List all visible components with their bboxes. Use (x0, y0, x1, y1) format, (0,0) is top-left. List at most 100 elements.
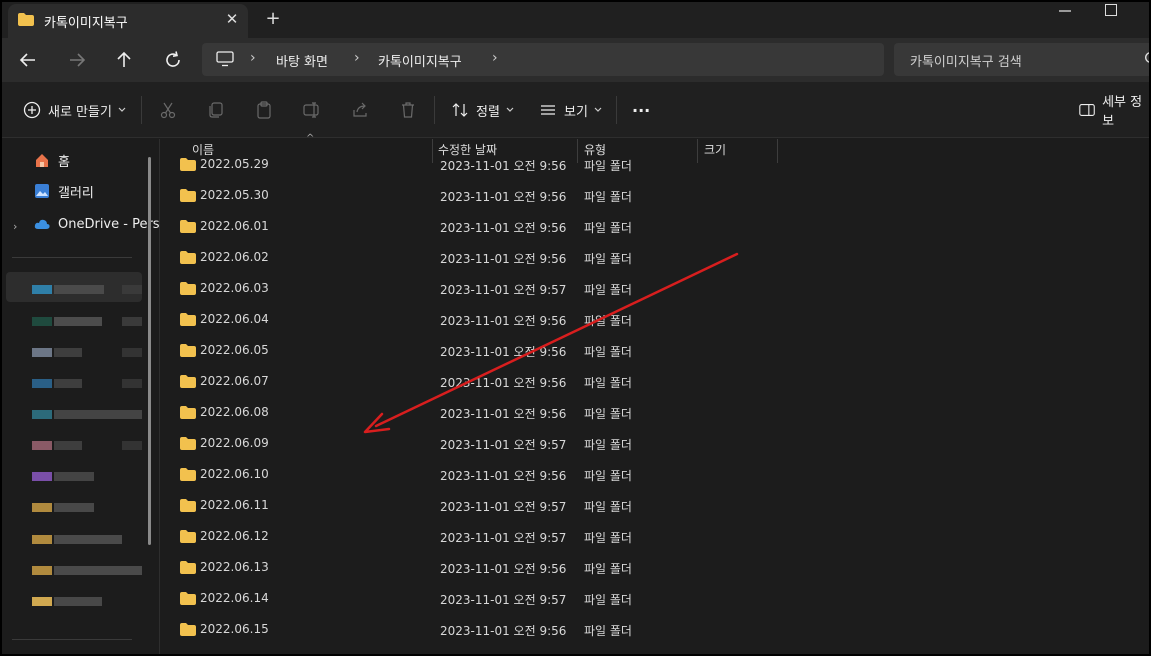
table-row[interactable]: 2022.06.02 2023-11-01 오전 9:56 파일 폴더 (162, 243, 1149, 274)
gallery-icon (35, 184, 49, 198)
file-type: 파일 폴더 (584, 438, 632, 452)
rename-icon[interactable] (302, 100, 322, 120)
file-type: 파일 폴더 (584, 252, 632, 266)
table-row[interactable]: 2022.06.14 2023-11-01 오전 9:57 파일 폴더 (162, 584, 1149, 615)
paste-icon[interactable] (254, 100, 274, 120)
view-button-label: 보기 (564, 104, 588, 120)
share-icon[interactable] (350, 100, 370, 120)
file-type: 파일 폴더 (584, 221, 632, 235)
table-row[interactable]: 2022.05.29 2023-11-01 오전 9:56 파일 폴더 (162, 150, 1149, 181)
refresh-icon[interactable] (161, 48, 185, 72)
file-modified-date: 2023-11-01 오전 9:56 (440, 190, 567, 204)
chevron-right-icon[interactable]: › (354, 50, 360, 66)
sidebar-item-redacted[interactable] (32, 593, 142, 611)
forward-arrow-icon[interactable] (65, 48, 89, 72)
address-bar[interactable]: › 바탕 화면 › 카톡이미지복구 › (202, 43, 884, 76)
tab-close-icon[interactable]: ✕ (222, 9, 242, 29)
search-icon[interactable] (1144, 51, 1151, 67)
file-name: 2022.06.11 (200, 498, 269, 512)
sort-button[interactable]: 정렬 (450, 99, 514, 121)
toolbar-divider (141, 96, 142, 124)
sidebar-item-redacted[interactable] (32, 468, 142, 486)
table-row[interactable]: 2022.06.12 2023-11-01 오전 9:57 파일 폴더 (162, 522, 1149, 553)
sidebar-item-label: 갤러리 (58, 185, 94, 201)
tab-current-folder[interactable]: 카톡이미지복구 ✕ (8, 4, 248, 38)
file-type: 파일 폴더 (584, 531, 632, 545)
file-name: 2022.06.08 (200, 405, 269, 419)
file-type: 파일 폴더 (584, 345, 632, 359)
navigation-bar: › 바탕 화면 › 카톡이미지복구 › 카톡이미지복구 검색 (2, 38, 1149, 82)
search-placeholder: 카톡이미지복구 검색 (910, 55, 1022, 70)
sidebar-item-home[interactable]: 홈 (34, 149, 70, 171)
table-row[interactable]: 2022.06.13 2023-11-01 오전 9:56 파일 폴더 (162, 553, 1149, 584)
breadcrumb-desktop[interactable]: 바탕 화면 (276, 51, 328, 70)
up-arrow-icon[interactable] (112, 48, 136, 72)
breadcrumb-current-folder[interactable]: 카톡이미지복구 (378, 51, 462, 70)
more-options-button[interactable]: ··· (632, 99, 650, 121)
command-bar: 새로 만들기 정렬 보기 ··· 세부 정보 (2, 82, 1149, 138)
table-row[interactable]: 2022.06.11 2023-11-01 오전 9:57 파일 폴더 (162, 491, 1149, 522)
search-box[interactable]: 카톡이미지복구 검색 (894, 43, 1151, 76)
file-modified-date: 2023-11-01 오전 9:56 (440, 345, 567, 359)
file-modified-date: 2023-11-01 오전 9:56 (440, 376, 567, 390)
sort-button-label: 정렬 (476, 104, 500, 120)
chevron-right-icon[interactable]: › (250, 50, 256, 66)
file-type: 파일 폴더 (584, 283, 632, 297)
folder-icon (180, 375, 196, 388)
delete-icon[interactable] (398, 100, 418, 120)
sidebar-item-redacted[interactable] (32, 281, 142, 299)
table-row[interactable]: 2022.05.30 2023-11-01 오전 9:56 파일 폴더 (162, 181, 1149, 212)
folder-icon (180, 220, 196, 233)
sidebar-item-redacted[interactable] (32, 531, 142, 549)
table-row[interactable]: 2022.06.08 2023-11-01 오전 9:56 파일 폴더 (162, 398, 1149, 429)
sidebar-item-label: 홈 (58, 154, 70, 170)
cut-icon[interactable] (158, 100, 178, 120)
file-modified-date: 2023-11-01 오전 9:57 (440, 438, 567, 452)
sidebar-item-redacted[interactable] (32, 344, 142, 362)
sidebar-item-redacted[interactable] (32, 437, 142, 455)
table-row[interactable]: 2022.06.15 2023-11-01 오전 9:56 파일 폴더 (162, 615, 1149, 646)
chevron-down-icon (594, 107, 602, 112)
table-row[interactable]: 2022.06.04 2023-11-01 오전 9:56 파일 폴더 (162, 305, 1149, 336)
chevron-right-icon[interactable]: › (13, 220, 17, 233)
table-row[interactable]: 2022.06.05 2023-11-01 오전 9:56 파일 폴더 (162, 336, 1149, 367)
file-modified-date: 2023-11-01 오전 9:57 (440, 283, 567, 297)
file-type: 파일 폴더 (584, 159, 632, 173)
maximize-icon[interactable] (1105, 4, 1117, 16)
sidebar-item-label: OneDrive - Pers (58, 216, 160, 232)
table-row[interactable]: 2022.06.09 2023-11-01 오전 9:57 파일 폴더 (162, 429, 1149, 460)
details-pane-button[interactable]: 세부 정보 (1078, 95, 1149, 129)
chevron-right-icon[interactable]: › (492, 50, 498, 66)
sidebar-item-onedrive[interactable]: OneDrive - Pers (34, 213, 160, 235)
file-type: 파일 폴더 (584, 562, 632, 576)
table-row[interactable]: 2022.06.01 2023-11-01 오전 9:56 파일 폴더 (162, 212, 1149, 243)
new-tab-button[interactable]: + (262, 8, 284, 30)
file-type: 파일 폴더 (584, 624, 632, 638)
file-name: 2022.05.30 (200, 188, 269, 202)
sidebar-item-redacted[interactable] (32, 562, 142, 580)
folder-icon (180, 530, 196, 543)
folder-icon (180, 282, 196, 295)
file-name: 2022.06.10 (200, 467, 269, 481)
back-arrow-icon[interactable] (16, 48, 40, 72)
sidebar-item-redacted[interactable] (32, 313, 142, 331)
monitor-icon (216, 51, 234, 67)
sidebar-item-redacted[interactable] (32, 499, 142, 517)
sidebar-item-gallery[interactable]: 갤러리 (34, 180, 94, 202)
new-button[interactable]: 새로 만들기 (22, 99, 126, 121)
folder-icon (180, 468, 196, 481)
file-type: 파일 폴더 (584, 190, 632, 204)
table-row[interactable]: 2022.06.10 2023-11-01 오전 9:56 파일 폴더 (162, 460, 1149, 491)
file-name: 2022.05.29 (200, 157, 269, 171)
table-row[interactable]: 2022.06.07 2023-11-01 오전 9:56 파일 폴더 (162, 367, 1149, 398)
copy-icon[interactable] (206, 100, 226, 120)
table-row[interactable]: 2022.06.03 2023-11-01 오전 9:57 파일 폴더 (162, 274, 1149, 305)
sidebar-item-redacted[interactable] (32, 406, 142, 424)
file-name: 2022.06.09 (200, 436, 269, 450)
folder-icon (18, 13, 34, 26)
sidebar-scrollbar[interactable] (148, 157, 151, 545)
sidebar-item-redacted[interactable] (32, 375, 142, 393)
file-type: 파일 폴더 (584, 593, 632, 607)
minimize-icon[interactable] (1058, 4, 1072, 18)
view-button[interactable]: 보기 (538, 99, 602, 121)
